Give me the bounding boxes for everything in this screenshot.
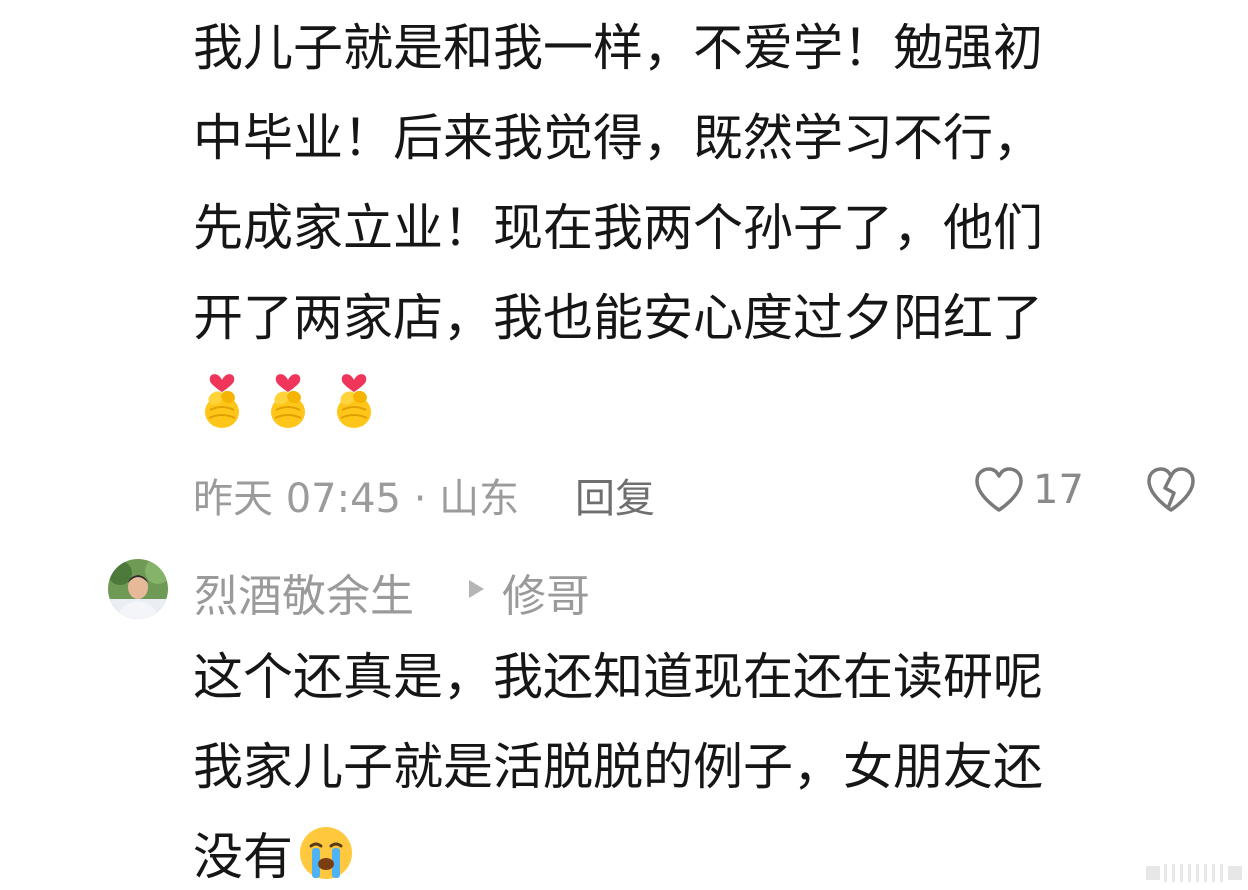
comment-meta: 昨天 07:45 · 山东 回复 17: [193, 462, 1203, 522]
comment-thread: 我儿子就是和我一样，不爱学！勉强初 中毕业！后来我觉得，既然学习不行， 先成家立…: [0, 0, 1248, 890]
reply-line-text: 没有: [193, 828, 293, 886]
like-count: 17: [1033, 467, 1084, 513]
reply-button[interactable]: 回复: [575, 466, 655, 524]
finger-heart-icon: [271, 374, 305, 428]
avatar[interactable]: [108, 559, 168, 619]
dislike-button[interactable]: [1145, 462, 1197, 518]
comment-line: 我儿子就是和我一样，不爱学！勉强初: [193, 19, 1043, 77]
comment-emoji-row: [196, 368, 380, 434]
finger-heart-icon: [205, 374, 239, 428]
crying-face-icon: [300, 827, 352, 879]
heart-outline-icon: [975, 467, 1023, 512]
comment-time-location: 昨天 07:45 · 山东: [193, 476, 520, 522]
comment-line: 开了两家店，我也能安心度过夕阳红了: [193, 289, 1043, 347]
comment-line: 先成家立业！现在我两个孙子了，他们: [193, 199, 1043, 257]
comment-line: 中毕业！后来我觉得，既然学习不行，: [193, 109, 1043, 167]
like-button[interactable]: 17: [973, 462, 1084, 518]
finger-heart-icon: [337, 374, 371, 428]
user-avatar-image: [108, 559, 168, 619]
reply-line: 这个还真是，我还知道现在还在读研呢: [193, 648, 1043, 706]
reply-body: 这个还真是，我还知道现在还在读研呢 我家儿子就是活脱脱的例子，女朋友还 没有: [193, 632, 1183, 890]
reply-header: 烈酒敬余生 修哥: [108, 556, 808, 622]
comment-body: 我儿子就是和我一样，不爱学！勉强初 中毕业！后来我觉得，既然学习不行， 先成家立…: [193, 3, 1183, 363]
reply-line: 我家儿子就是活脱脱的例子，女朋友还: [193, 738, 1043, 796]
reply-arrow-icon: [469, 580, 484, 598]
broken-heart-icon: [1147, 467, 1195, 512]
watermark-icon: [1146, 864, 1242, 882]
reply-username[interactable]: 烈酒敬余生: [194, 560, 414, 624]
reply-target-username[interactable]: 修哥: [502, 560, 590, 624]
reply-line: 没有: [193, 812, 1183, 890]
